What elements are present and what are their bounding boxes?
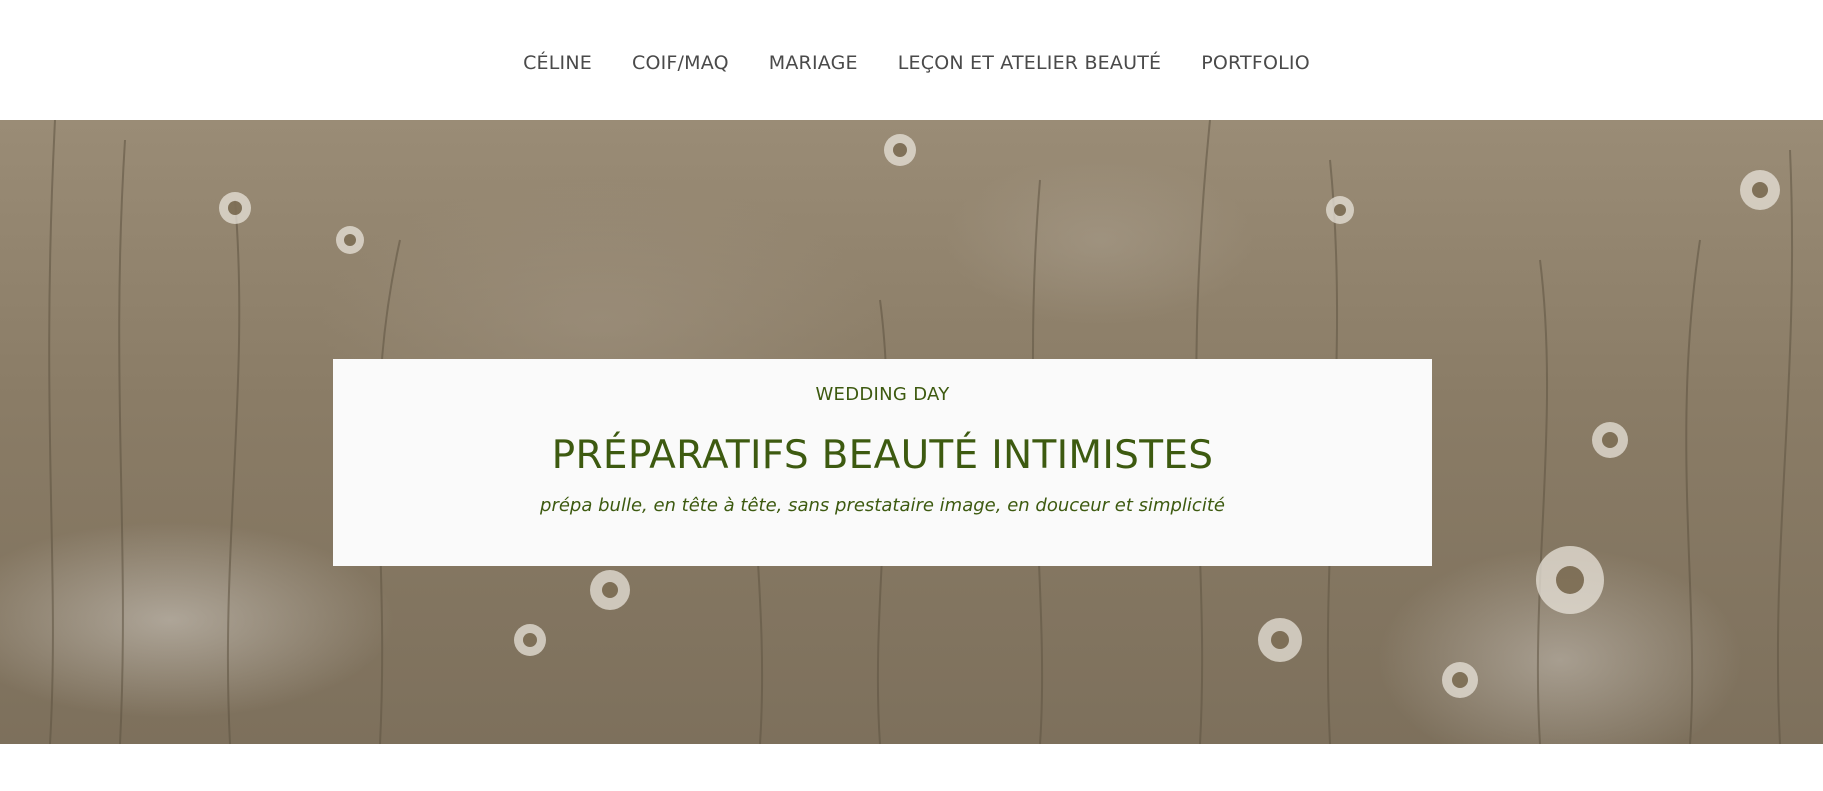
- nav-item-mariage[interactable]: MARIAGE: [769, 52, 858, 74]
- nav-item-lecon-atelier[interactable]: LEÇON ET ATELIER BEAUTÉ: [898, 52, 1161, 74]
- nav-item-portfolio[interactable]: PORTFOLIO: [1201, 52, 1310, 74]
- top-navigation: CÉLINE COIF/MAQ MARIAGE LEÇON ET ATELIER…: [0, 0, 1823, 120]
- hero-kicker: WEDDING DAY: [815, 384, 950, 405]
- hero-text-card: WEDDING DAY PRÉPARATIFS BEAUTÉ INTIMISTE…: [333, 359, 1432, 566]
- hero-title: PRÉPARATIFS BEAUTÉ INTIMISTES: [551, 433, 1214, 478]
- nav-item-coif-maq[interactable]: COIF/MAQ: [632, 52, 729, 74]
- hero-banner: WEDDING DAY PRÉPARATIFS BEAUTÉ INTIMISTE…: [0, 120, 1823, 744]
- nav-menu: CÉLINE COIF/MAQ MARIAGE LEÇON ET ATELIER…: [523, 52, 1310, 74]
- nav-item-celine[interactable]: CÉLINE: [523, 52, 592, 74]
- hero-subtitle: prépa bulle, en tête à tête, sans presta…: [540, 495, 1225, 516]
